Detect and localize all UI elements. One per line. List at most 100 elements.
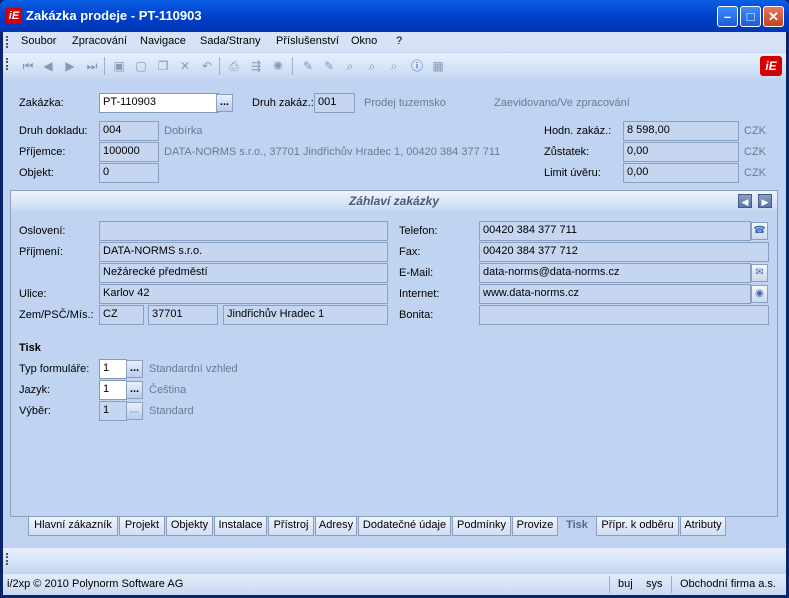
prev-record-icon[interactable]: ◀	[40, 58, 56, 74]
menu-prislusenstvi[interactable]: Příslušenství	[276, 35, 339, 47]
section-next-icon[interactable]: ▶	[758, 194, 772, 208]
new-document-icon[interactable]: ▢	[133, 58, 149, 74]
menu-grip-icon[interactable]	[6, 36, 9, 48]
search-icon[interactable]: ⌕	[364, 58, 380, 74]
zustatek-currency: CZK	[744, 146, 766, 158]
tab-dodatecne-udaje[interactable]: Dodatečné údaje	[358, 517, 451, 536]
brand-logo-icon: iE	[760, 56, 782, 76]
jazyk-lookup-button[interactable]: ...	[126, 381, 143, 399]
typ-formulare-label: Typ formuláře:	[19, 363, 90, 375]
save-icon[interactable]: ▣	[111, 58, 127, 74]
menu-navigace[interactable]: Navigace	[140, 35, 186, 47]
toolbar-separator	[104, 57, 105, 75]
fax-input[interactable]: 00420 384 377 712	[479, 242, 769, 262]
toolbar-grip-icon[interactable]	[6, 58, 9, 70]
tab-hlavni-zakaznik[interactable]: Hlavní zákazník	[28, 517, 118, 536]
maximize-button[interactable]: □	[740, 6, 761, 27]
menu-help[interactable]: ?	[396, 35, 402, 47]
osloveni-input[interactable]	[99, 221, 388, 241]
internet-input[interactable]: www.data-norms.cz	[479, 284, 751, 304]
tab-projekt[interactable]: Projekt	[119, 517, 165, 536]
vyber-label: Výběr:	[19, 405, 51, 417]
section-title: Záhlaví zakázky	[11, 191, 777, 211]
country-input[interactable]: CZ	[99, 305, 144, 325]
delete-icon[interactable]: ✕	[177, 58, 193, 74]
limit-label: Limit úvěru:	[544, 167, 601, 179]
vyber-desc: Standard	[149, 405, 194, 417]
bonita-label: Bonita:	[399, 309, 434, 321]
menu-zpracovani[interactable]: Zpracování	[72, 35, 127, 47]
window-title: Zakázka prodeje - PT-110903	[26, 8, 202, 23]
hodnota-currency: CZK	[744, 125, 766, 137]
city-input[interactable]: Jindřichův Hradec 1	[223, 305, 388, 325]
telefon-input[interactable]: 00420 384 377 711	[479, 221, 751, 241]
next-record-icon[interactable]: ▶	[62, 58, 78, 74]
ulice-label: Ulice:	[19, 288, 47, 300]
prijmeni-input[interactable]: DATA-NORMS s.r.o.	[99, 242, 388, 262]
menu-sada-strany[interactable]: Sada/Strany	[200, 35, 261, 47]
tab-pristroj[interactable]: Přístroj	[268, 517, 314, 536]
export-icon[interactable]: ⇶	[248, 58, 264, 74]
tab-pripr-k-odberu[interactable]: Přípr. k odběru	[596, 517, 679, 536]
copy-icon[interactable]: ❐	[155, 58, 171, 74]
close-button[interactable]: ✕	[763, 6, 784, 27]
user-search-icon[interactable]: ⌕	[386, 58, 402, 74]
status-db: sys	[646, 578, 663, 590]
undo-icon[interactable]: ↶	[199, 58, 215, 74]
druh-dokladu-desc: Dobírka	[164, 125, 203, 137]
status-copyright: i/2xp © 2010 Polynorm Software AG	[7, 578, 184, 590]
send-email-icon[interactable]: ✉	[751, 264, 768, 282]
minimize-button[interactable]: –	[717, 6, 738, 27]
edit-icon[interactable]: ✎	[300, 58, 316, 74]
open-web-icon[interactable]: ◉	[751, 285, 768, 303]
zem-psc-label: Zem/PSČ/Mís.:	[19, 309, 94, 321]
zakazka-input[interactable]: PT-110903	[99, 93, 219, 113]
command-bar	[3, 548, 786, 572]
tab-objekty[interactable]: Objekty	[166, 517, 213, 536]
vyber-lookup-button: ...	[126, 402, 143, 420]
status-user: buj	[618, 578, 633, 590]
edit-multi-icon[interactable]: ✎	[321, 58, 337, 74]
calculator-icon[interactable]: ▦	[430, 58, 446, 74]
prijemce-label: Příjemce:	[19, 146, 66, 158]
zakazka-label: Zakázka:	[19, 97, 64, 109]
menu-okno[interactable]: Okno	[351, 35, 377, 47]
tab-podminky[interactable]: Podmínky	[452, 517, 511, 536]
status-divider	[671, 576, 672, 593]
print-icon[interactable]: ⎙	[226, 58, 242, 74]
bonita-input[interactable]	[479, 305, 769, 325]
tab-provize[interactable]: Provize	[512, 517, 558, 536]
typ-formulare-lookup-button[interactable]: ...	[126, 360, 143, 378]
ulice-input[interactable]: Karlov 42	[99, 284, 388, 304]
refresh-icon[interactable]: ✺	[270, 58, 286, 74]
telefon-label: Telefon:	[399, 225, 438, 237]
email-label: E-Mail:	[399, 267, 434, 279]
first-record-icon[interactable]: ⏮	[20, 58, 36, 74]
zakazka-lookup-button[interactable]: ...	[216, 94, 233, 112]
email-input[interactable]: data-norms@data-norms.cz	[479, 263, 751, 283]
phone-dial-icon[interactable]: ☎	[751, 222, 768, 240]
search-advanced-icon[interactable]: ⌕	[342, 58, 358, 74]
info-icon[interactable]: ⓘ	[409, 58, 425, 74]
tab-instalace[interactable]: Instalace	[214, 517, 267, 536]
last-record-icon[interactable]: ⏭	[84, 58, 100, 74]
psc-input[interactable]: 37701	[148, 305, 218, 325]
typ-formulare-input[interactable]: 1	[99, 359, 127, 379]
hodnota-field: 8 598,00	[623, 121, 739, 141]
menu-soubor[interactable]: Soubor	[21, 35, 56, 47]
tab-adresy[interactable]: Adresy	[315, 517, 357, 536]
command-bar-grip-icon[interactable]	[6, 553, 9, 565]
zustatek-label: Zůstatek:	[544, 146, 590, 158]
prijemce-field: 100000	[99, 142, 159, 162]
status-company: Obchodní firma a.s.	[680, 578, 776, 590]
typ-formulare-desc: Standardní vzhled	[149, 363, 238, 375]
address-line2-input[interactable]: Nežárecké předměstí	[99, 263, 388, 283]
tab-tisk[interactable]: Tisk	[559, 517, 595, 537]
status-divider	[609, 576, 610, 593]
limit-field: 0,00	[623, 163, 739, 183]
jazyk-desc: Čeština	[149, 384, 187, 396]
tab-atributy[interactable]: Atributy	[680, 517, 726, 536]
section-prev-icon[interactable]: ◀	[738, 194, 752, 208]
jazyk-input[interactable]: 1	[99, 380, 127, 400]
objekt-field: 0	[99, 163, 159, 183]
